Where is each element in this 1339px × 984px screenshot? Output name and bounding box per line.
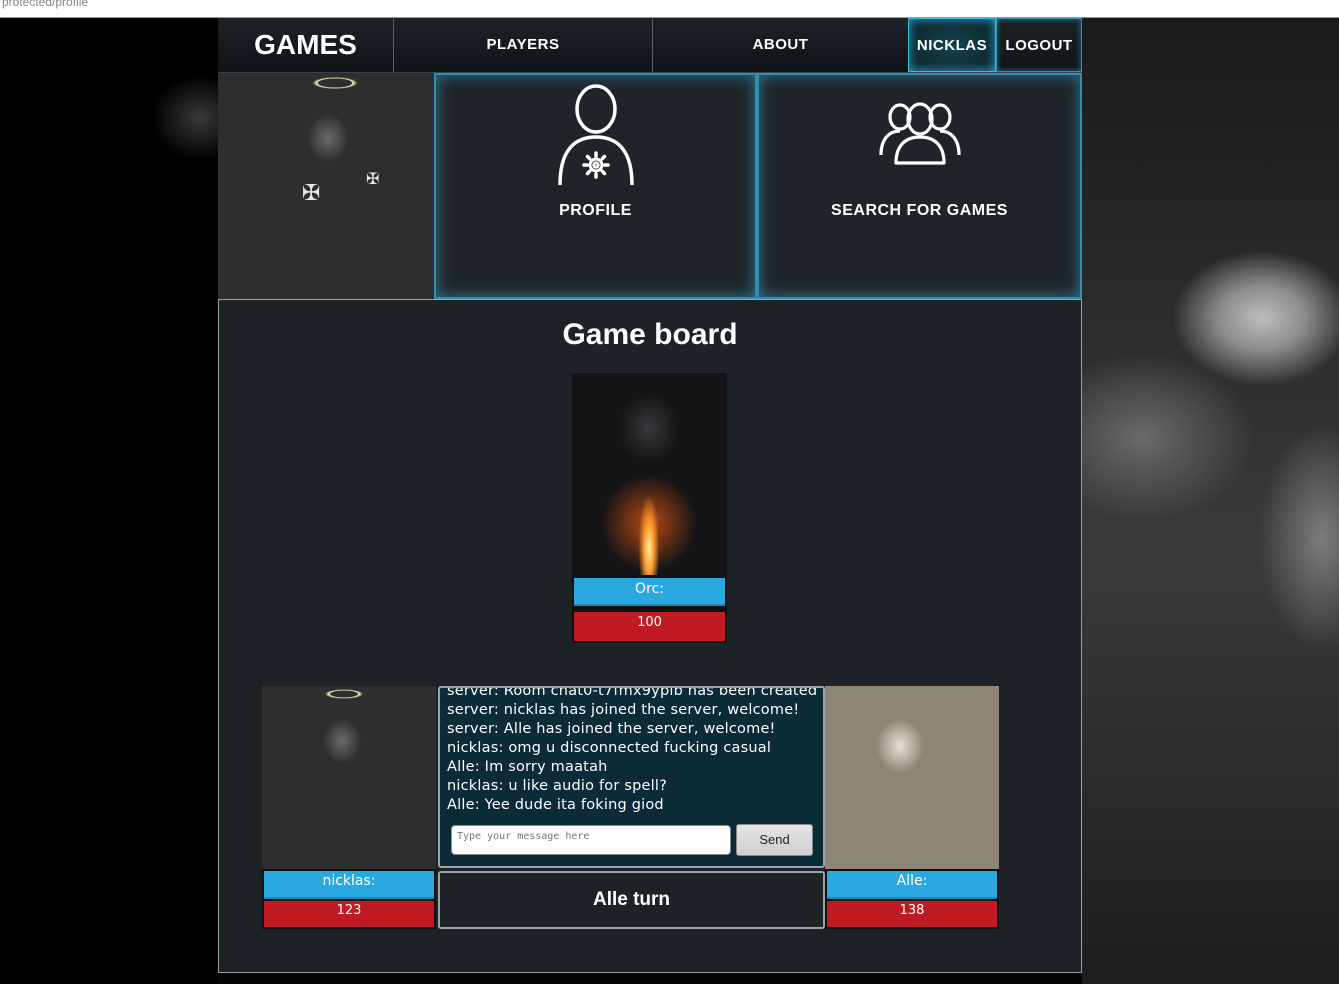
user-gear-icon	[557, 84, 634, 186]
chat-message: server: nicklas has joined the server, w…	[447, 702, 800, 718]
player-left-name: nicklas:	[264, 871, 434, 899]
profile-label: PROFILE	[559, 202, 632, 219]
nav-user[interactable]: NICKLAS	[908, 18, 996, 72]
player-right-portrait	[825, 686, 999, 869]
turn-indicator: Alle turn	[438, 871, 825, 929]
maltese-cross-icon: ✠	[302, 181, 321, 206]
app-frame: GAMES PLAYERS ABOUT NICKLAS LOGOUT ✠ ✠ P…	[218, 18, 1082, 973]
brand-link[interactable]: GAMES	[218, 18, 393, 72]
chat-message-input[interactable]: Type your message here	[451, 825, 731, 855]
opponent-portrait	[572, 373, 727, 575]
player-left-hp: 123	[264, 901, 434, 927]
url-text: protected/profile	[2, 0, 89, 9]
opponent-name: Orc:	[574, 578, 725, 606]
chat-log: server: Room chat0-t7fmx9yplb has been c…	[447, 686, 819, 815]
game-board-panel: Game board Orc: 100 nicklas: 123 server:…	[218, 299, 1082, 973]
chat-message: nicklas: omg u disconnected fucking casu…	[447, 740, 772, 756]
player-left-portrait	[262, 686, 436, 869]
hero-row: ✠ ✠ PROFILE SEARCH FOR GAMES	[218, 73, 1082, 299]
chat-message: server: Room chat0-t7fmx9yplb has been c…	[447, 686, 818, 699]
search-games-tile[interactable]: SEARCH FOR GAMES	[757, 73, 1082, 299]
background-angel-art	[1082, 18, 1339, 984]
search-label: SEARCH FOR GAMES	[831, 202, 1008, 219]
hero-angel-knight-image: ✠ ✠	[218, 73, 434, 299]
profile-tile[interactable]: PROFILE	[434, 73, 757, 299]
chat-message: server: Alle has joined the server, welc…	[447, 721, 776, 737]
chat-message: Alle: Yee dude ita foking giod	[447, 797, 664, 813]
background-left	[0, 18, 218, 984]
nav-players[interactable]: PLAYERS	[393, 18, 652, 72]
player-right-hp: 138	[827, 901, 997, 927]
chat-message: nicklas: u like audio for spell?	[447, 778, 667, 794]
nav-about[interactable]: ABOUT	[652, 18, 908, 72]
opponent-hp: 100	[574, 612, 725, 641]
chat-message: Alle: Im sorry maatah	[447, 759, 608, 775]
maltese-cross-icon: ✠	[366, 169, 380, 188]
browser-url-bar: protected/profile	[0, 0, 1339, 18]
logout-button[interactable]: LOGOUT	[996, 18, 1082, 72]
player-left-card[interactable]: nicklas: 123	[262, 686, 436, 929]
player-right-name: Alle:	[827, 871, 997, 899]
board-title: Game board	[562, 318, 738, 351]
player-right-card[interactable]: Alle: 138	[825, 686, 999, 929]
top-navigation: GAMES PLAYERS ABOUT NICKLAS LOGOUT	[218, 18, 1082, 73]
send-button[interactable]: Send	[736, 824, 813, 856]
chat-panel: server: Room chat0-t7fmx9yplb has been c…	[438, 686, 825, 868]
opponent-card[interactable]: Orc: 100	[572, 373, 727, 643]
group-icon	[878, 102, 961, 165]
